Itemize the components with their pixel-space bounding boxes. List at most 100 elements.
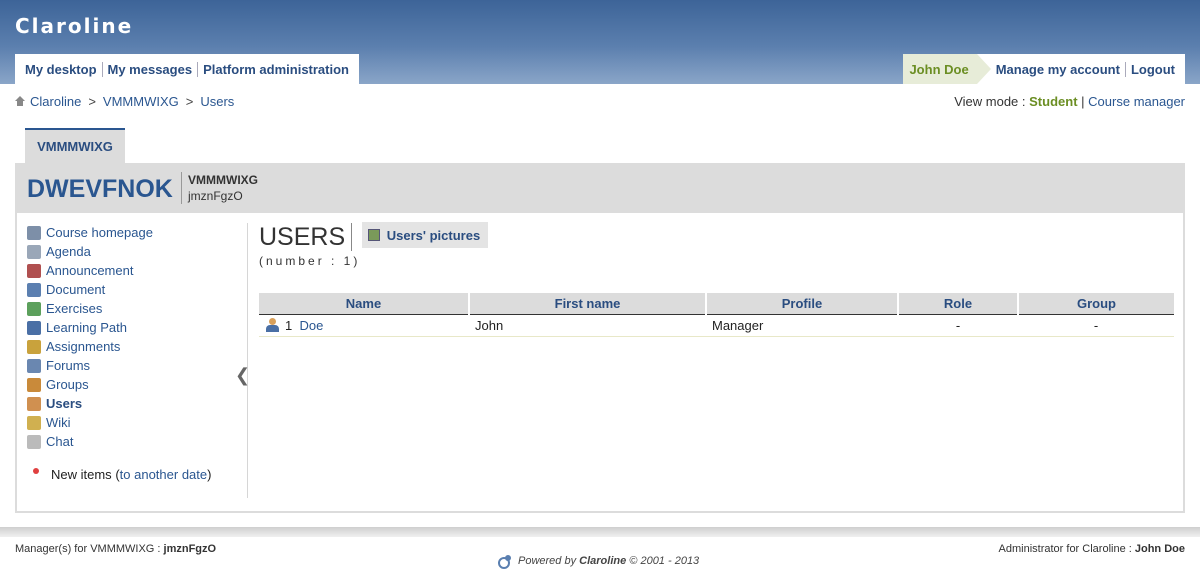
manage-account-link[interactable]: Manage my account bbox=[991, 62, 1125, 77]
users-pictures-button[interactable]: Users' pictures bbox=[361, 222, 489, 248]
exercises-icon bbox=[27, 301, 41, 316]
users-icon bbox=[27, 396, 41, 411]
view-mode-course-manager[interactable]: Course manager bbox=[1088, 94, 1185, 109]
sidebar-divider bbox=[247, 223, 248, 498]
column-header-profile[interactable]: Profile bbox=[706, 293, 899, 314]
logout-link[interactable]: Logout bbox=[1126, 62, 1180, 77]
app-logo[interactable]: Claroline bbox=[15, 14, 133, 38]
new-items-label: New items bbox=[51, 467, 112, 482]
sidebar-item-exercises[interactable]: Exercises bbox=[27, 299, 247, 318]
sidebar-item-label[interactable]: Agenda bbox=[46, 244, 91, 259]
cell-group: - bbox=[1018, 313, 1174, 337]
current-user[interactable]: John Doe bbox=[903, 54, 991, 84]
powered-brand[interactable]: Claroline bbox=[579, 555, 626, 567]
powered-prefix: Powered by bbox=[518, 555, 577, 567]
document-icon bbox=[27, 282, 41, 297]
claroline-logo-icon bbox=[498, 555, 512, 569]
sidebar-item-assignments[interactable]: Assignments bbox=[27, 337, 247, 356]
breadcrumb-separator: > bbox=[88, 94, 96, 109]
footer-admin-label: Administrator for Claroline : bbox=[998, 543, 1132, 555]
sidebar-item-label[interactable]: Learning Path bbox=[46, 320, 127, 335]
view-mode-separator: | bbox=[1081, 94, 1085, 109]
row-number: 1 bbox=[285, 317, 293, 333]
sidebar-item-label[interactable]: Groups bbox=[46, 377, 89, 392]
footer-divider bbox=[0, 527, 1200, 537]
new-items-paren-close: ) bbox=[207, 467, 212, 482]
breadcrumb-course[interactable]: VMMMWIXG bbox=[103, 94, 179, 109]
powered-suffix: © 2001 - 2013 bbox=[629, 555, 700, 567]
course-tools-sidebar: Course homepage Agenda Announcement Documen… bbox=[27, 223, 247, 482]
main-panel: Course homepage Agenda Announcement Documen… bbox=[15, 213, 1185, 513]
view-mode-label: View mode : bbox=[954, 94, 1026, 109]
sidebar-item-label[interactable]: Announcement bbox=[46, 263, 133, 278]
sidebar-item-label[interactable]: Users bbox=[46, 396, 82, 411]
agenda-icon bbox=[27, 244, 41, 259]
user-icon bbox=[266, 318, 279, 332]
table-row: 1 Doe John Manager - - bbox=[259, 313, 1174, 337]
view-mode: View mode : Student | Course manager bbox=[954, 94, 1185, 109]
cell-profile: Manager bbox=[706, 313, 898, 337]
sidebar-item-learning-path[interactable]: Learning Path bbox=[27, 318, 247, 337]
sidebar-item-wiki[interactable]: Wiki bbox=[27, 413, 247, 432]
cell-name: 1 Doe bbox=[259, 313, 469, 337]
footer-admin-value[interactable]: John Doe bbox=[1135, 543, 1185, 555]
nav-my-messages[interactable]: My messages bbox=[103, 62, 198, 77]
assignments-icon bbox=[27, 339, 41, 354]
sidebar-item-course-homepage[interactable]: Course homepage bbox=[27, 223, 247, 242]
sidebar-item-users[interactable]: Users bbox=[27, 394, 247, 413]
another-date-link[interactable]: to another date bbox=[120, 467, 207, 482]
breadcrumb-separator: > bbox=[185, 94, 194, 109]
groups-icon bbox=[27, 377, 41, 392]
footer-administrator: Administrator for Claroline : John Doe bbox=[999, 543, 1185, 555]
sidebar-item-groups[interactable]: Groups bbox=[27, 375, 247, 394]
sidebar-item-label[interactable]: Forums bbox=[46, 358, 90, 373]
breadcrumb-users[interactable]: Users bbox=[200, 94, 234, 109]
course-tab[interactable]: VMMMWIXG bbox=[25, 128, 125, 163]
course-header: DWEVFNOK VMMMWIXG jmznFgzO bbox=[15, 163, 1185, 213]
wiki-icon bbox=[27, 415, 41, 430]
course-code[interactable]: DWEVFNOK bbox=[27, 175, 173, 204]
sidebar-item-document[interactable]: Document bbox=[27, 280, 247, 299]
sidebar-item-label[interactable]: Exercises bbox=[46, 301, 102, 316]
user-name-link[interactable]: Doe bbox=[299, 318, 323, 333]
sidebar-item-label[interactable]: Assignments bbox=[46, 339, 120, 354]
top-header: Claroline My desktop My messages Platfor… bbox=[0, 0, 1200, 84]
sidebar-item-label[interactable]: Chat bbox=[46, 434, 73, 449]
sidebar-item-label[interactable]: Course homepage bbox=[46, 225, 153, 240]
user-nav: John Doe Manage my account Logout bbox=[903, 54, 1185, 84]
column-header-group[interactable]: Group bbox=[1018, 293, 1174, 314]
sidebar-item-forums[interactable]: Forums bbox=[27, 356, 247, 375]
collapse-sidebar-icon[interactable]: ❮ bbox=[235, 365, 250, 386]
sidebar-item-chat[interactable]: Chat bbox=[27, 432, 247, 451]
new-items: New items (to another date) bbox=[27, 467, 247, 482]
sidebar-item-label[interactable]: Document bbox=[46, 282, 105, 297]
sidebar-item-announcement[interactable]: Announcement bbox=[27, 261, 247, 280]
forums-icon bbox=[27, 358, 41, 373]
home-icon bbox=[15, 96, 26, 107]
users-content: USERS Users' pictures (number : 1) Name … bbox=[259, 222, 1174, 337]
nav-my-desktop[interactable]: My desktop bbox=[20, 62, 102, 77]
footer-managers: Manager(s) for VMMMWIXG : jmznFgzO bbox=[15, 543, 216, 555]
cell-role: - bbox=[898, 313, 1018, 337]
new-items-dot-icon bbox=[33, 467, 39, 474]
users-pictures-label: Users' pictures bbox=[386, 227, 481, 243]
course-homepage-icon bbox=[27, 225, 41, 240]
course-title: VMMMWIXG bbox=[188, 173, 258, 187]
chat-icon bbox=[27, 434, 41, 449]
course-manager: jmznFgzO bbox=[188, 189, 243, 203]
column-header-first-name[interactable]: First name bbox=[469, 293, 707, 314]
sidebar-item-agenda[interactable]: Agenda bbox=[27, 242, 247, 261]
footer-managers-value[interactable]: jmznFgzO bbox=[164, 543, 217, 555]
footer-managers-label: Manager(s) for VMMMWIXG : bbox=[15, 543, 161, 555]
column-header-role[interactable]: Role bbox=[898, 293, 1019, 314]
user-count: (number : 1) bbox=[259, 254, 361, 268]
column-header-name[interactable]: Name bbox=[259, 293, 470, 314]
cell-first-name: John bbox=[469, 313, 706, 337]
nav-platform-administration[interactable]: Platform administration bbox=[198, 62, 354, 77]
users-table: Name First name Profile Role Group 1 Doe bbox=[259, 293, 1174, 337]
sidebar-item-label[interactable]: Wiki bbox=[46, 415, 71, 430]
breadcrumb-claroline[interactable]: Claroline bbox=[30, 94, 81, 109]
view-mode-student[interactable]: Student bbox=[1029, 94, 1077, 109]
learning-path-icon bbox=[27, 320, 41, 335]
breadcrumb: Claroline > VMMMWIXG > Users bbox=[15, 94, 234, 109]
